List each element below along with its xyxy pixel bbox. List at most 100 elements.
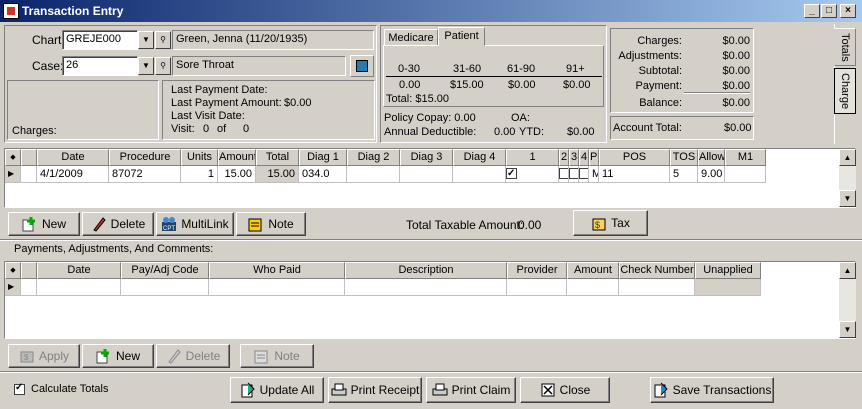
charges-col-5[interactable]: Diag 1 [299,149,347,166]
update-all-button[interactable]: Update All [230,377,324,403]
charges-col-8[interactable]: Diag 4 [453,149,506,166]
case-edit-icon[interactable] [350,55,374,77]
payments-cell[interactable] [567,279,619,296]
payments-grid[interactable]: ◆ Date Pay/Adj Code Who Paid Description Prov… [4,261,856,339]
print-receipt-button[interactable]: Print Receipt [328,377,422,403]
charges-col-13[interactable]: Provider [589,149,599,166]
payments-col-4[interactable]: Provider [507,262,567,279]
charges-cell-date[interactable]: 4/1/2009 [37,166,109,183]
charges-col-16[interactable]: Allowed [698,149,725,166]
multilink-button[interactable]: CPT MultiLink [156,212,234,236]
tab-totals[interactable]: Totals [834,28,856,66]
scroll-up-icon[interactable]: ▲ [839,149,856,166]
policy-copay: Policy Copay: 0.00 [384,112,476,124]
payments-cell[interactable] [209,279,345,296]
payments-col-3[interactable]: Description [345,262,507,279]
tax-button[interactable]: $ Tax [573,210,648,236]
scroll-down-icon[interactable]: ▼ [839,190,856,207]
delete-charge-button[interactable]: Delete [82,212,154,236]
minimize-button[interactable]: _ [804,4,820,18]
payments-col-7[interactable]: Unapplied [695,262,761,279]
charges-cell-empty[interactable] [453,166,506,183]
close-button[interactable]: Close [520,377,610,403]
payments-cell[interactable] [121,279,209,296]
note-charge-button[interactable]: Note [236,212,306,236]
delete-payment-button[interactable]: Delete [156,344,230,368]
charges-cell-tos[interactable]: 5 [670,166,698,183]
payments-cell[interactable] [345,279,507,296]
payments-col-2[interactable]: Who Paid [209,262,345,279]
charges-cell-procedure[interactable]: 87072 [109,166,181,183]
payments-col-5[interactable]: Amount [567,262,619,279]
charges-col-2[interactable]: Units [181,149,218,166]
charges-cell-empty[interactable] [400,166,453,183]
chart-dropdown-icon[interactable]: ▼ [138,31,154,49]
chart-search-icon[interactable]: ⚲ [155,31,171,49]
diag-pointer-2-cell[interactable] [559,166,569,183]
diag-pointer-3-cell[interactable] [569,166,579,183]
charges-col-7[interactable]: Diag 3 [400,149,453,166]
calculate-totals-check-icon[interactable] [14,382,25,395]
diag-pointer-4-cell[interactable] [579,166,589,183]
maximize-button[interactable]: □ [821,4,837,18]
charges-col-12[interactable]: 4 [579,149,589,166]
charges-cell-allowed[interactable]: 9.00 [698,166,725,183]
new-payment-button[interactable]: New [82,344,154,368]
case-dropdown-icon[interactable]: ▼ [138,57,154,75]
case-search-icon[interactable]: ⚲ [155,57,171,75]
charges-col-10[interactable]: 2 [559,149,569,166]
payments-cell[interactable] [507,279,567,296]
charges-col-1[interactable]: Procedure [109,149,181,166]
payments-col-6[interactable]: Check Number [619,262,695,279]
charges-row-select[interactable] [21,166,37,183]
chart-input[interactable]: GREJE000 [62,30,138,50]
diag-pointer-3-checkbox[interactable] [569,168,578,179]
charges-cell-diag1[interactable]: 034.0 [299,166,347,183]
charges-cell-total[interactable]: 15.00 [256,166,299,183]
charges-col-3[interactable]: Amount [218,149,256,166]
tab-charge[interactable]: Charge [834,68,856,114]
save-transactions-button[interactable]: Save Transactions [650,377,774,403]
charges-col-9[interactable]: 1 [506,149,559,166]
apply-button[interactable]: $ Apply [8,344,80,368]
new-charge-button[interactable]: New [8,212,80,236]
charges-col-11[interactable]: 3 [569,149,579,166]
charges-cell-empty[interactable] [725,166,766,183]
row-indicator-icon[interactable]: ▶ [5,166,21,183]
tab-patient[interactable]: Patient [438,27,485,46]
charges-cell-provider[interactable]: MM [589,166,599,183]
payments-cell[interactable] [695,279,761,296]
case-label: Case: [32,59,64,73]
tab-medicare[interactable]: Medicare [384,29,438,46]
diag-pointer-1-cell[interactable] [506,166,559,183]
payments-scroll-up-icon[interactable]: ▲ [839,262,856,279]
diag-pointer-1-checkbox[interactable] [506,166,517,182]
charges-col-17[interactable]: M1 [725,149,766,166]
charges-col-6[interactable]: Diag 2 [347,149,400,166]
diag-pointer-2-checkbox[interactable] [559,168,568,179]
charges-cell-amount[interactable]: 15.00 [218,166,256,183]
note-payment-button[interactable]: Note [240,344,314,368]
payments-cell[interactable] [37,279,121,296]
charges-cell-units[interactable]: 1 [181,166,218,183]
charges-col-14[interactable]: POS [599,149,670,166]
payments-scroll-down-icon[interactable]: ▼ [839,321,856,338]
payments-col-0[interactable]: Date [37,262,121,279]
charges-cell-empty[interactable] [347,166,400,183]
payments-scrollbar[interactable]: ▲ ▼ [839,262,856,338]
charges-scrollbar[interactable]: ▲ ▼ [839,149,856,207]
charges-col-4[interactable]: Total [256,149,299,166]
pay-row-indicator-icon[interactable]: ▶ [5,279,21,296]
charges-col-0[interactable]: Date [37,149,109,166]
case-input[interactable]: 26 [62,56,138,76]
payments-cell[interactable] [21,279,37,296]
diag-pointer-4-checkbox[interactable] [579,168,588,179]
charges-col-15[interactable]: TOS [670,149,698,166]
payments-col-1[interactable]: Pay/Adj Code [121,262,209,279]
print-claim-button[interactable]: Print Claim [426,377,516,403]
calculate-totals-checkbox[interactable]: Calculate Totals [14,382,108,395]
charges-cell-pos[interactable]: 11 [599,166,670,183]
payments-cell[interactable] [619,279,695,296]
close-window-button[interactable]: × [840,4,856,18]
charges-grid[interactable]: ◆ Date Procedure Units Amount Total Diag 1 Diag… [4,148,856,208]
